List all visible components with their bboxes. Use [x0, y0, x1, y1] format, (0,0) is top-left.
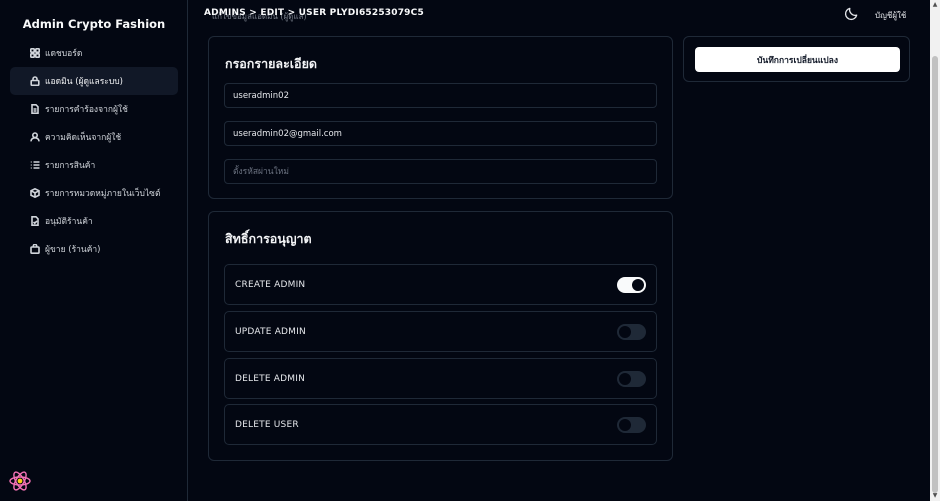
- scrollbar-thumb[interactable]: [932, 56, 938, 493]
- sidebar-item-categories[interactable]: รายการหมวดหมู่ภายในเว็บไซต์: [10, 179, 178, 207]
- brand-title: Admin Crypto Fashion: [22, 17, 166, 31]
- password-field[interactable]: [224, 159, 657, 184]
- permissions-card: สิทธิ์การอนุญาต CREATE ADMIN UPDATE ADMI…: [208, 211, 673, 461]
- sidebar-item-label: อนุมัติร้านค้า: [45, 217, 93, 227]
- save-changes-button[interactable]: บันทึกการเปลี่ยนแปลง: [695, 47, 900, 72]
- permission-row-update-admin: UPDATE ADMIN: [224, 311, 657, 352]
- permission-row-delete-user: DELETE USER: [224, 404, 657, 445]
- details-title: กรอกรายละเอียด: [225, 56, 318, 71]
- permission-label: UPDATE ADMIN: [235, 326, 306, 337]
- create-admin-toggle[interactable]: [617, 277, 646, 293]
- toggle-knob: [619, 373, 631, 385]
- email-field[interactable]: [224, 121, 657, 146]
- toggle-knob: [632, 279, 644, 291]
- sidebar-item-label: แอดมิน (ผู้ดูแลระบบ): [45, 77, 123, 87]
- permission-label: CREATE ADMIN: [235, 279, 306, 290]
- sidebar: Admin Crypto Fashion แดชบอร์ด แอดมิน (ผู…: [0, 0, 188, 501]
- user-icon: [30, 132, 40, 142]
- delete-user-toggle[interactable]: [617, 417, 646, 433]
- sidebar-item-label: รายการสินค้า: [45, 161, 96, 171]
- sidebar-item-admins[interactable]: แอดมิน (ผู้ดูแลระบบ): [10, 67, 178, 95]
- delete-admin-toggle[interactable]: [617, 371, 646, 387]
- lock-icon: [30, 76, 40, 86]
- file-check-icon: [30, 216, 40, 226]
- sidebar-item-label: รายการหมวดหมู่ภายในเว็บไซต์: [45, 189, 161, 199]
- sidebar-item-label: แดชบอร์ด: [45, 49, 83, 59]
- document-icon: [30, 104, 40, 114]
- username-field[interactable]: [224, 83, 657, 108]
- react-logo-icon[interactable]: [8, 469, 32, 493]
- sidebar-item-products[interactable]: รายการสินค้า: [10, 151, 178, 179]
- permissions-title: สิทธิ์การอนุญาต: [225, 231, 312, 246]
- sidebar-item-label: รายการคำร้องจากผู้ใช้: [45, 105, 128, 115]
- dashboard-icon: [30, 48, 40, 58]
- details-card: กรอกรายละเอียด: [208, 36, 673, 199]
- scroll-up-arrow-icon[interactable]: ▲: [932, 2, 938, 8]
- sidebar-item-feedback[interactable]: ความคิดเห็นจากผู้ใช้: [10, 123, 178, 151]
- update-admin-toggle[interactable]: [617, 324, 646, 340]
- list-icon: [30, 160, 40, 170]
- moon-icon[interactable]: [844, 6, 859, 21]
- sidebar-item-dashboard[interactable]: แดชบอร์ด: [10, 39, 178, 67]
- page-scrollbar[interactable]: ▲ ▼: [930, 0, 940, 501]
- scroll-down-arrow-icon[interactable]: ▼: [932, 493, 938, 499]
- actions-card: บันทึกการเปลี่ยนแปลง: [683, 36, 910, 82]
- permission-label: DELETE USER: [235, 419, 299, 430]
- sidebar-item-label: ความคิดเห็นจากผู้ใช้: [45, 133, 122, 143]
- sidebar-item-label: ผู้ขาย (ร้านค้า): [45, 245, 101, 255]
- sidebar-item-approve-shops[interactable]: อนุมัติร้านค้า: [10, 207, 178, 235]
- toggle-knob: [619, 419, 631, 431]
- permission-label: DELETE ADMIN: [235, 373, 306, 384]
- bag-icon: [30, 244, 40, 254]
- sidebar-item-requests[interactable]: รายการคำร้องจากผู้ใช้: [10, 95, 178, 123]
- sidebar-item-sellers[interactable]: ผู้ขาย (ร้านค้า): [10, 235, 178, 263]
- box-icon: [30, 188, 40, 198]
- toggle-knob: [619, 326, 631, 338]
- account-menu[interactable]: บัญชีผู้ใช้: [875, 9, 906, 22]
- permission-row-delete-admin: DELETE ADMIN: [224, 358, 657, 399]
- permission-row-create-admin: CREATE ADMIN: [224, 264, 657, 305]
- sidebar-nav: แดชบอร์ด แอดมิน (ผู้ดูแลระบบ) รายการคำร้…: [10, 39, 178, 263]
- breadcrumb: ADMINS > EDIT > USER PLYDI65253079C5: [204, 8, 424, 18]
